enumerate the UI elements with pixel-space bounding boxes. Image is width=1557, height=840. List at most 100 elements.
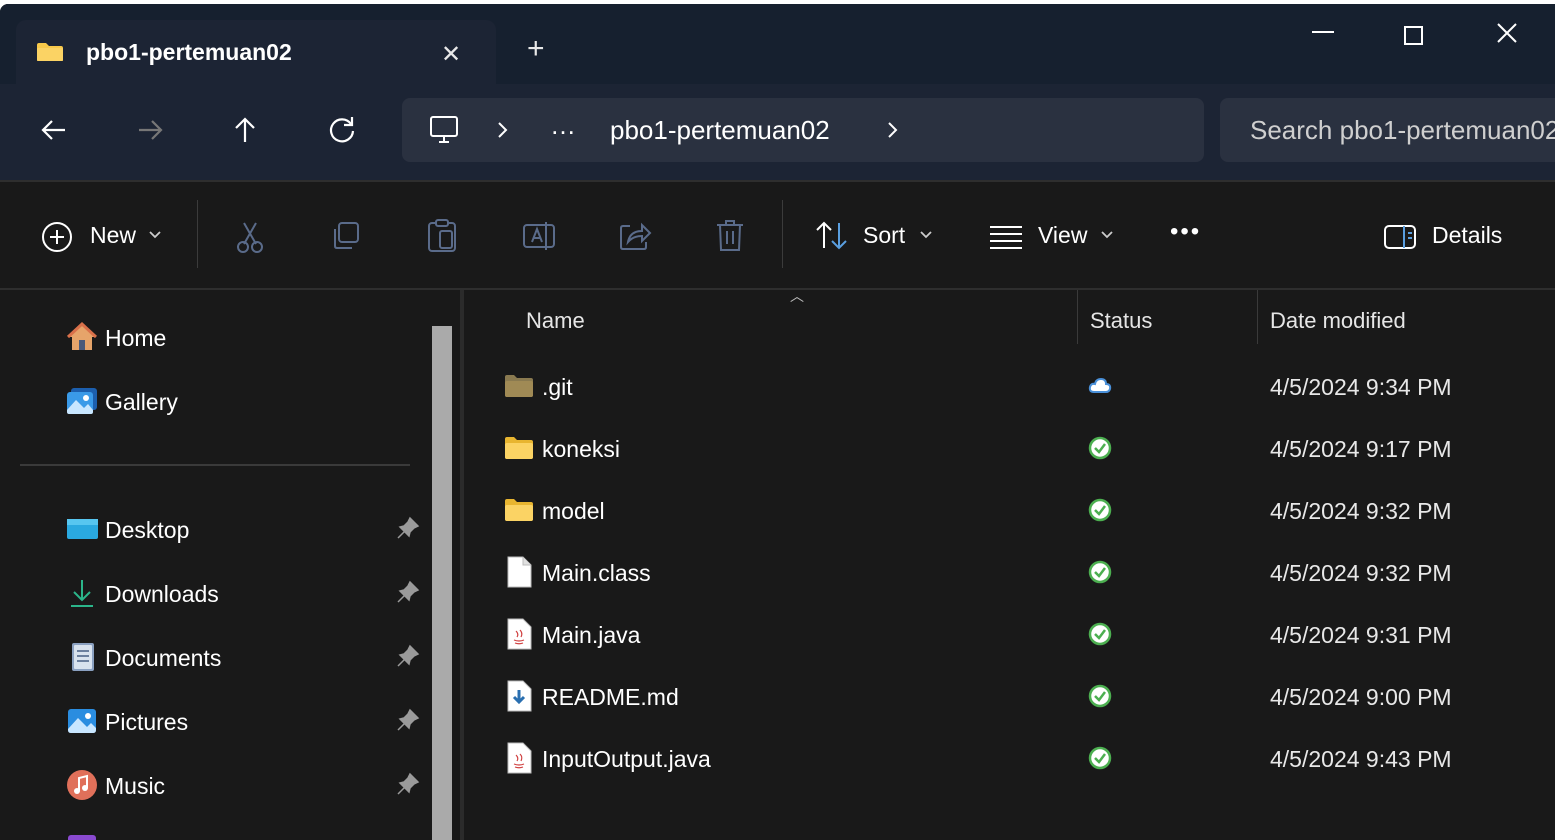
date-modified: 4/5/2024 9:00 PM <box>1270 684 1452 710</box>
delete-icon[interactable] <box>714 218 746 254</box>
java-file-icon <box>507 618 532 650</box>
home-icon <box>66 321 98 350</box>
synced-check-icon <box>1088 746 1112 770</box>
file-name: .git <box>542 374 573 400</box>
column-separator[interactable] <box>1077 290 1078 344</box>
search-input[interactable]: Search pbo1-pertemuan02 <box>1250 115 1555 146</box>
sidebar-separator <box>20 464 410 466</box>
column-separator[interactable] <box>1257 290 1258 344</box>
file-name: InputOutput.java <box>542 746 711 772</box>
close-window-button[interactable] <box>1496 22 1518 44</box>
sidebar-item-pictures[interactable]: Pictures <box>66 702 426 742</box>
date-modified: 4/5/2024 9:32 PM <box>1270 498 1452 524</box>
date-modified: 4/5/2024 9:17 PM <box>1270 436 1452 462</box>
new-tab-button[interactable]: + <box>527 34 545 64</box>
file-row[interactable]: README.md 4/5/2024 9:00 PM <box>464 668 1555 724</box>
navigation-pane: Home Gallery Desktop Downloads Documents… <box>0 290 460 840</box>
share-icon[interactable] <box>618 220 652 252</box>
sort-ascending-icon: ︿ <box>790 288 804 304</box>
details-pane-icon[interactable] <box>1383 224 1417 250</box>
file-name: model <box>542 498 605 524</box>
copy-icon[interactable] <box>330 220 362 252</box>
back-arrow-icon[interactable] <box>38 114 70 146</box>
maximize-button[interactable] <box>1404 26 1424 46</box>
file-row[interactable]: .git 4/5/2024 9:34 PM <box>464 358 1555 414</box>
more-options-button[interactable]: ••• <box>1170 218 1201 246</box>
sidebar-item-label: Desktop <box>105 517 190 543</box>
documents-icon <box>72 643 94 671</box>
date-modified: 4/5/2024 9:43 PM <box>1270 746 1452 772</box>
sidebar-item-label: Gallery <box>105 389 178 415</box>
sort-button[interactable]: Sort <box>863 222 905 249</box>
column-header-date-modified[interactable]: Date modified <box>1270 308 1406 334</box>
cloud-status-icon <box>1088 377 1112 393</box>
file-name: README.md <box>542 684 679 710</box>
this-pc-icon[interactable] <box>428 114 460 146</box>
date-modified: 4/5/2024 9:31 PM <box>1270 622 1452 648</box>
column-header-name[interactable]: Name <box>526 308 585 334</box>
file-row[interactable]: Main.class 4/5/2024 9:32 PM <box>464 544 1555 600</box>
file-row[interactable]: koneksi 4/5/2024 9:17 PM <box>464 420 1555 476</box>
sidebar-item-documents[interactable]: Documents <box>66 638 426 678</box>
forward-arrow-icon[interactable] <box>134 114 166 146</box>
sidebar-item-gallery[interactable]: Gallery <box>66 382 426 422</box>
pin-icon[interactable] <box>396 644 420 668</box>
tab-active[interactable]: pbo1-pertemuan02 ✕ <box>16 20 496 84</box>
desktop-icon <box>67 519 98 539</box>
sidebar-scrollbar[interactable] <box>432 326 452 840</box>
sidebar-item-desktop[interactable]: Desktop <box>66 510 426 550</box>
cut-icon[interactable] <box>234 220 266 254</box>
chevron-right-icon[interactable] <box>886 120 900 140</box>
music-icon <box>67 770 97 800</box>
view-icon[interactable] <box>988 224 1024 250</box>
markdown-file-icon <box>507 680 532 712</box>
sidebar-item-label: Downloads <box>105 581 219 607</box>
file-name: koneksi <box>542 436 620 462</box>
synced-check-icon <box>1088 436 1112 460</box>
sort-icon[interactable] <box>814 220 850 252</box>
java-file-icon <box>507 742 532 774</box>
breadcrumb-current-folder[interactable]: pbo1-pertemuan02 <box>610 115 830 146</box>
sidebar-item-music[interactable]: Music <box>66 766 426 806</box>
pin-icon[interactable] <box>396 516 420 540</box>
file-row[interactable]: InputOutput.java 4/5/2024 9:43 PM <box>464 730 1555 786</box>
rename-icon[interactable] <box>522 220 556 252</box>
videos-icon <box>68 835 96 840</box>
pin-icon[interactable] <box>396 580 420 604</box>
synced-check-icon <box>1088 684 1112 708</box>
new-plus-icon[interactable] <box>40 220 74 254</box>
view-button[interactable]: View <box>1038 222 1087 249</box>
file-icon <box>507 556 532 588</box>
sidebar-item-downloads[interactable]: Downloads <box>66 574 426 614</box>
up-arrow-icon[interactable] <box>229 114 261 146</box>
pin-icon[interactable] <box>396 772 420 796</box>
address-bar[interactable]: … pbo1-pertemuan02 <box>402 98 1204 162</box>
separator <box>197 200 198 268</box>
tab-title: pbo1-pertemuan02 <box>86 39 292 65</box>
file-row[interactable]: model 4/5/2024 9:32 PM <box>464 482 1555 538</box>
synced-check-icon <box>1088 498 1112 522</box>
sidebar-item-label: Pictures <box>105 709 189 735</box>
minimize-button[interactable] <box>1312 30 1336 34</box>
breadcrumb-overflow[interactable]: … <box>550 110 577 141</box>
file-row[interactable]: Main.java 4/5/2024 9:31 PM <box>464 606 1555 662</box>
refresh-icon[interactable] <box>326 114 358 146</box>
file-name: Main.class <box>542 560 651 586</box>
pin-icon[interactable] <box>396 708 420 732</box>
file-name: Main.java <box>542 622 641 648</box>
details-button[interactable]: Details <box>1432 222 1502 249</box>
chevron-right-icon[interactable] <box>496 120 510 140</box>
paste-icon[interactable] <box>426 218 458 254</box>
chevron-down-icon[interactable] <box>148 230 162 240</box>
search-box[interactable]: Search pbo1-pertemuan02 <box>1220 98 1555 162</box>
sidebar-item-label: Documents <box>105 645 222 671</box>
tab-close-button[interactable]: ✕ <box>441 40 461 69</box>
chevron-down-icon[interactable] <box>1100 230 1114 240</box>
folder-icon <box>505 437 533 459</box>
new-button[interactable]: New <box>90 222 136 249</box>
chevron-down-icon[interactable] <box>919 230 933 240</box>
sidebar-item-home[interactable]: Home <box>66 318 426 358</box>
column-header-status[interactable]: Status <box>1090 308 1152 334</box>
separator <box>782 200 783 268</box>
sidebar-item-videos-partial[interactable] <box>66 828 426 840</box>
